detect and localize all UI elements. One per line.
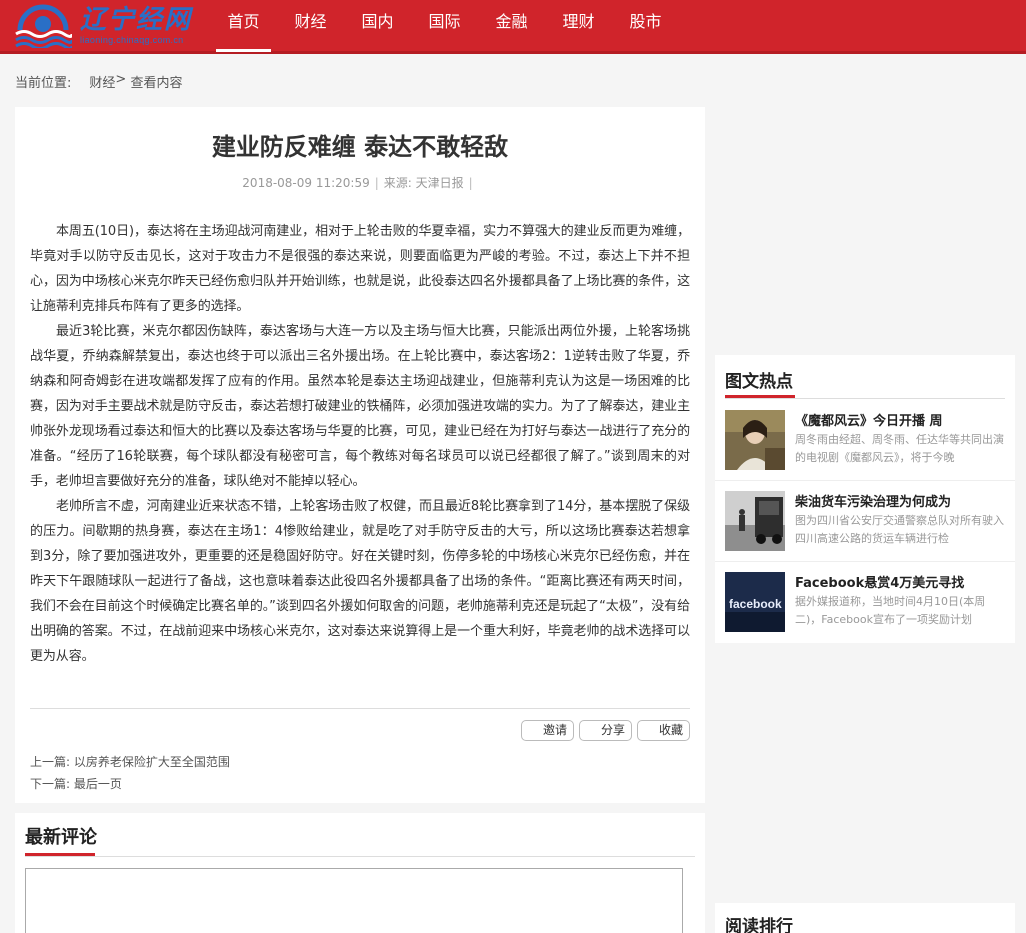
- comment-input[interactable]: [25, 868, 683, 933]
- wave-logo-icon: [15, 4, 72, 48]
- article-paragraph: 本周五(10日)，泰达将在主场迎战河南建业，相对于上轮击败的华夏幸福，实力不算强…: [30, 224, 690, 314]
- nav-item-domestic[interactable]: 国内: [344, 0, 411, 54]
- hot-news-item-desc: 图为四川省公安厅交通警察总队对所有驶入四川高速公路的货运车辆进行检: [795, 514, 1004, 545]
- article-title: 建业防反难缠 泰达不敢轻敌: [211, 133, 509, 161]
- nav-item-wealth[interactable]: 理财: [545, 0, 612, 54]
- hot-news-item-title[interactable]: 《魔都风云》今日开播 周: [795, 410, 1005, 429]
- hot-news-accent-bar: [725, 395, 795, 398]
- article-meta: 2018-08-09 11:20:59 | 来源: 天津日报 |: [15, 174, 705, 191]
- article-paragraph: 老帅所言不虚，河南建业近来状态不错，上轮客场击败了权健，而且最近8轮比赛拿到了1…: [30, 499, 690, 664]
- hot-news-thumbnail: [725, 491, 785, 551]
- favorite-button[interactable]: 收藏: [637, 720, 690, 741]
- next-label: 下一篇:: [30, 777, 71, 791]
- hot-news-item-desc: 据外媒报道称，当地时间4月10日(本周二)，Facebook宣布了一项奖励计划: [795, 595, 986, 626]
- hot-news-thumbnail: facebook: [725, 572, 785, 632]
- article-pager: 上一篇: 以房养老保险扩大至全国范围 下一篇: 最后一页: [30, 751, 230, 795]
- hot-news-divider: [725, 398, 1005, 399]
- prev-article: 上一篇: 以房养老保险扩大至全国范围: [30, 751, 230, 773]
- nav-item-international[interactable]: 国际: [411, 0, 478, 54]
- article-source: 来源: 天津日报: [383, 176, 464, 190]
- share-button[interactable]: 分享: [579, 720, 632, 741]
- article-panel: 建业防反难缠 泰达不敢轻敌 2018-08-09 11:20:59 | 来源: 天津…: [15, 107, 705, 803]
- hot-news-title: 图文热点: [725, 372, 793, 392]
- breadcrumb-arrow: >: [115, 72, 127, 87]
- comments-divider: [25, 856, 695, 857]
- article-divider: [30, 708, 690, 709]
- hot-news-item-desc: 周冬雨由经超、周冬雨、任达华等共同出演的电视剧《魔都风云》，将于今晚: [795, 433, 1004, 464]
- hot-news-item-divider: [715, 480, 1015, 481]
- logo-title: 辽宁经网: [80, 5, 193, 35]
- hot-news-item[interactable]: 《魔都风云》今日开播 周 周冬雨由经超、周冬雨、任达华等共同出演的电视剧《魔都风…: [715, 410, 1015, 490]
- nav-item-banking[interactable]: 金融: [478, 0, 545, 54]
- meta-separator: |: [374, 176, 379, 190]
- hot-news-item-title[interactable]: Facebook悬赏4万美元寻找: [795, 572, 1005, 591]
- article-body: 本周五(10日)，泰达将在主场迎战河南建业，相对于上轮击败的华夏幸福，实力不算强…: [30, 219, 690, 669]
- invite-button[interactable]: 邀请: [521, 720, 574, 741]
- hot-news-thumbnail: [725, 410, 785, 470]
- nav-item-stocks[interactable]: 股市: [612, 0, 679, 54]
- site-logo[interactable]: 辽宁经网 liaoning.chinaqg.com.cn: [14, 4, 204, 48]
- meta-separator: |: [468, 176, 473, 190]
- read-rank-title: 阅读排行: [725, 917, 793, 933]
- svg-text:facebook: facebook: [729, 597, 782, 611]
- hot-news-panel: 图文热点 《魔都风云》今日开播 周 周冬雨由经超、周冬雨、任达华等共同出演的电视…: [715, 355, 1015, 643]
- breadcrumb-current: 查看内容: [130, 76, 183, 91]
- read-rank-panel: 阅读排行: [715, 903, 1015, 933]
- hot-news-item-title[interactable]: 柴油货车污染治理为何成为: [795, 491, 1005, 510]
- breadcrumb-link-finance[interactable]: 财经: [89, 72, 115, 91]
- comments-title: 最新评论: [25, 827, 97, 848]
- breadcrumb: 当前位置: 财经 > 查看内容: [15, 72, 182, 91]
- prev-article-link[interactable]: 以房养老保险扩大至全国范围: [74, 755, 230, 769]
- logo-url: liaoning.chinaqg.com.cn: [80, 35, 184, 45]
- hot-news-item[interactable]: facebook Facebook悬赏4万美元寻找 据外媒报道称，当地时间4月1…: [715, 572, 1015, 652]
- next-article: 下一篇: 最后一页: [30, 773, 230, 795]
- site-header: 辽宁经网 liaoning.chinaqg.com.cn 首页 财经 国内 国际…: [0, 0, 1026, 54]
- sidebar-ad-space: [715, 107, 1015, 347]
- article-actions: 邀请 分享 收藏: [521, 720, 690, 741]
- hot-news-item-divider: [715, 561, 1015, 562]
- article-date: 2018-08-09 11:20:59: [242, 176, 370, 190]
- comments-accent-bar: [25, 853, 95, 856]
- article-paragraph: 最近3轮比赛，米克尔都因伤缺阵，泰达客场与大连一方以及主场与恒大比赛，只能派出两…: [30, 324, 690, 489]
- next-article-link[interactable]: 最后一页: [74, 777, 122, 791]
- breadcrumb-label: 当前位置:: [15, 76, 72, 91]
- nav-item-home[interactable]: 首页: [210, 0, 277, 54]
- hot-news-item[interactable]: 柴油货车污染治理为何成为 图为四川省公安厅交通警察总队对所有驶入四川高速公路的货…: [715, 491, 1015, 571]
- nav-item-finance[interactable]: 财经: [277, 0, 344, 54]
- main-nav: 首页 财经 国内 国际 金融 理财 股市: [210, 0, 679, 54]
- comments-panel: 最新评论: [15, 813, 705, 933]
- prev-label: 上一篇:: [30, 755, 71, 769]
